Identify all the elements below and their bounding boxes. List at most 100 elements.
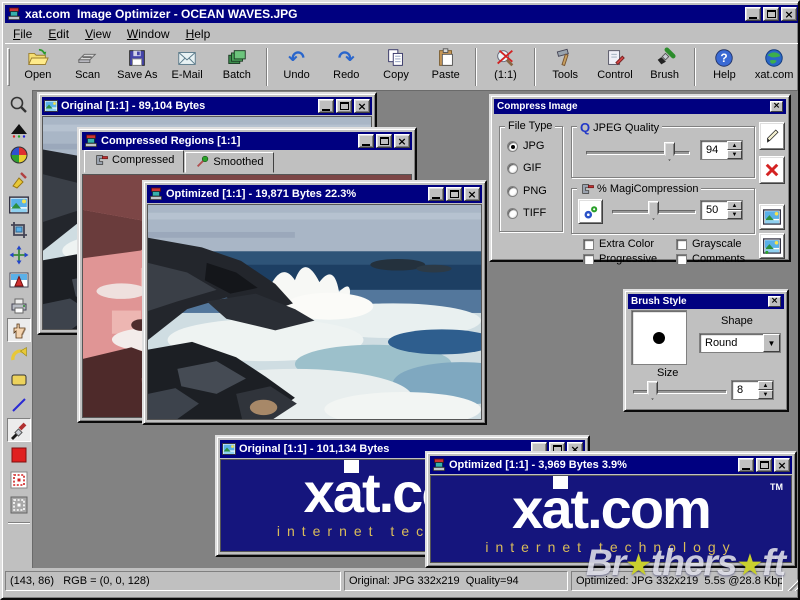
floppy-disk-icon [126, 47, 148, 69]
tab-smoothed[interactable]: Smoothed [185, 152, 273, 173]
email-button[interactable]: E-Mail [162, 45, 212, 88]
help-button[interactable]: ? Help [700, 45, 750, 88]
status-original: Original: JPG 332x219 Quality=94 [344, 571, 568, 591]
control-button[interactable]: Control [590, 45, 640, 88]
zoom-tool-button[interactable] [7, 93, 31, 117]
thumbnail-tool-button[interactable] [7, 193, 31, 217]
panel-titlebar[interactable]: Brush Style × [628, 294, 784, 309]
view-original-button[interactable] [759, 204, 785, 230]
close-button[interactable]: × [464, 187, 480, 201]
resize-grip[interactable] [786, 578, 799, 591]
minimize-button[interactable] [738, 458, 754, 472]
paste-button[interactable]: Paste [421, 45, 471, 88]
radio-gif[interactable]: GIF [507, 162, 541, 174]
jpeg-quality-slider-thumb[interactable] [664, 142, 675, 161]
image-icon [222, 442, 236, 456]
radio-jpg[interactable]: JPG [507, 140, 544, 152]
tools-button[interactable]: Tools [540, 45, 590, 88]
apply-pen-button[interactable] [759, 122, 785, 150]
close-button[interactable]: × [394, 134, 410, 148]
text-region-tool-button[interactable] [7, 268, 31, 292]
levels-tool-button[interactable] [7, 118, 31, 142]
magi-slider-thumb[interactable] [648, 201, 659, 220]
color-swatch-button[interactable] [7, 443, 31, 467]
menu-window[interactable]: Window [119, 25, 178, 43]
close-button[interactable]: × [781, 7, 797, 21]
checkbox-grayscale[interactable]: Grayscale [676, 238, 742, 250]
toolbar-grip[interactable] [7, 48, 10, 86]
clean-tool-button[interactable] [7, 168, 31, 192]
maximize-button[interactable] [376, 134, 392, 148]
window-titlebar[interactable]: Compressed Regions [1:1] × [82, 132, 412, 150]
hand-tool-button[interactable] [7, 318, 31, 342]
menu-file[interactable]: File [5, 25, 40, 43]
help-icon: ? [713, 47, 735, 69]
spin-down-button[interactable]: ▼ [727, 210, 742, 219]
line-tool-button[interactable] [7, 393, 31, 417]
spin-up-button[interactable]: ▲ [758, 381, 773, 390]
spin-up-button[interactable]: ▲ [727, 201, 742, 210]
window-optimized-1[interactable]: Optimized [1:1] - 19,871 Bytes 22.3% × [142, 180, 487, 425]
crop-tool-button[interactable] [7, 218, 31, 242]
checkbox-progressive[interactable]: Progressive [583, 253, 657, 265]
open-button[interactable]: Open [13, 45, 63, 88]
cancel-button[interactable] [759, 156, 785, 184]
minimize-button[interactable] [318, 99, 334, 113]
brush-style-panel[interactable]: Brush Style × Shape Round ▼ Size 8 ▲▼ [623, 289, 789, 412]
optimized-image-canvas[interactable] [147, 204, 482, 420]
undo-button[interactable]: ↶ Undo [272, 45, 322, 88]
maximize-button[interactable] [336, 99, 352, 113]
selection-mask-button[interactable] [7, 493, 31, 517]
view-optimized-button[interactable] [759, 233, 785, 259]
close-button[interactable]: × [354, 99, 370, 113]
gray-selection-icon [9, 495, 29, 515]
print-tool-button[interactable] [7, 293, 31, 317]
panel-titlebar[interactable]: Compress Image × [494, 99, 786, 114]
copy-button[interactable]: Copy [371, 45, 421, 88]
resize-tool-button[interactable] [7, 243, 31, 267]
batch-button[interactable]: Batch [212, 45, 262, 88]
minimize-button[interactable] [428, 187, 444, 201]
scan-button[interactable]: Scan [63, 45, 113, 88]
color-wheel-tool-button[interactable] [7, 143, 31, 167]
close-button[interactable]: × [774, 458, 790, 472]
selection-fill-button[interactable] [7, 468, 31, 492]
radio-tiff[interactable]: TIFF [507, 207, 546, 219]
chevron-down-icon[interactable]: ▼ [763, 334, 780, 352]
maximize-button[interactable] [756, 458, 772, 472]
tab-compressed[interactable]: Compressed [84, 150, 184, 173]
window-titlebar[interactable]: Optimized [1:1] - 19,871 Bytes 22.3% × [147, 185, 482, 203]
maximize-button[interactable] [763, 7, 779, 21]
window-titlebar[interactable]: Original [1:1] - 89,104 Bytes × [42, 97, 372, 115]
checkbox-comments[interactable]: Comments [676, 253, 745, 265]
paint-tool-button[interactable] [7, 418, 31, 442]
redo-button[interactable]: ↷ Redo [321, 45, 371, 88]
menu-edit[interactable]: Edit [40, 25, 77, 43]
brush-button[interactable]: Brush [640, 45, 690, 88]
radio-png[interactable]: PNG [507, 185, 547, 197]
checkbox-extra-color[interactable]: Extra Color [583, 238, 654, 250]
spin-up-button[interactable]: ▲ [727, 141, 742, 150]
rotate-tool-button[interactable] [7, 343, 31, 367]
one-to-one-button[interactable]: (1:1) [481, 45, 531, 88]
menu-help[interactable]: Help [178, 25, 219, 43]
minimize-button[interactable] [358, 134, 374, 148]
undo-icon: ↶ [286, 47, 308, 69]
close-button[interactable]: × [768, 296, 781, 307]
maximize-button[interactable] [446, 187, 462, 201]
window-titlebar[interactable]: Optimized [1:1] - 3,969 Bytes 3.9% × [430, 456, 792, 474]
close-button[interactable]: × [770, 101, 783, 112]
xat-com-button[interactable]: xat.com [749, 45, 799, 88]
spin-down-button[interactable]: ▼ [758, 390, 773, 399]
minimize-button[interactable] [745, 7, 761, 21]
size-slider-thumb[interactable] [647, 381, 658, 400]
shape-dropdown[interactable]: Round ▼ [699, 333, 781, 353]
save-as-button[interactable]: Save As [112, 45, 162, 88]
main-titlebar[interactable]: xat.com Image Optimizer - OCEAN WAVES.JP… [5, 5, 799, 23]
magi-settings-button[interactable] [578, 199, 603, 224]
maximize-icon [380, 137, 389, 145]
shape-tool-button[interactable] [7, 368, 31, 392]
menu-view[interactable]: View [77, 25, 119, 43]
compress-image-panel[interactable]: Compress Image × File Type JPG GIF PNG T… [489, 94, 791, 262]
spin-down-button[interactable]: ▼ [727, 150, 742, 159]
